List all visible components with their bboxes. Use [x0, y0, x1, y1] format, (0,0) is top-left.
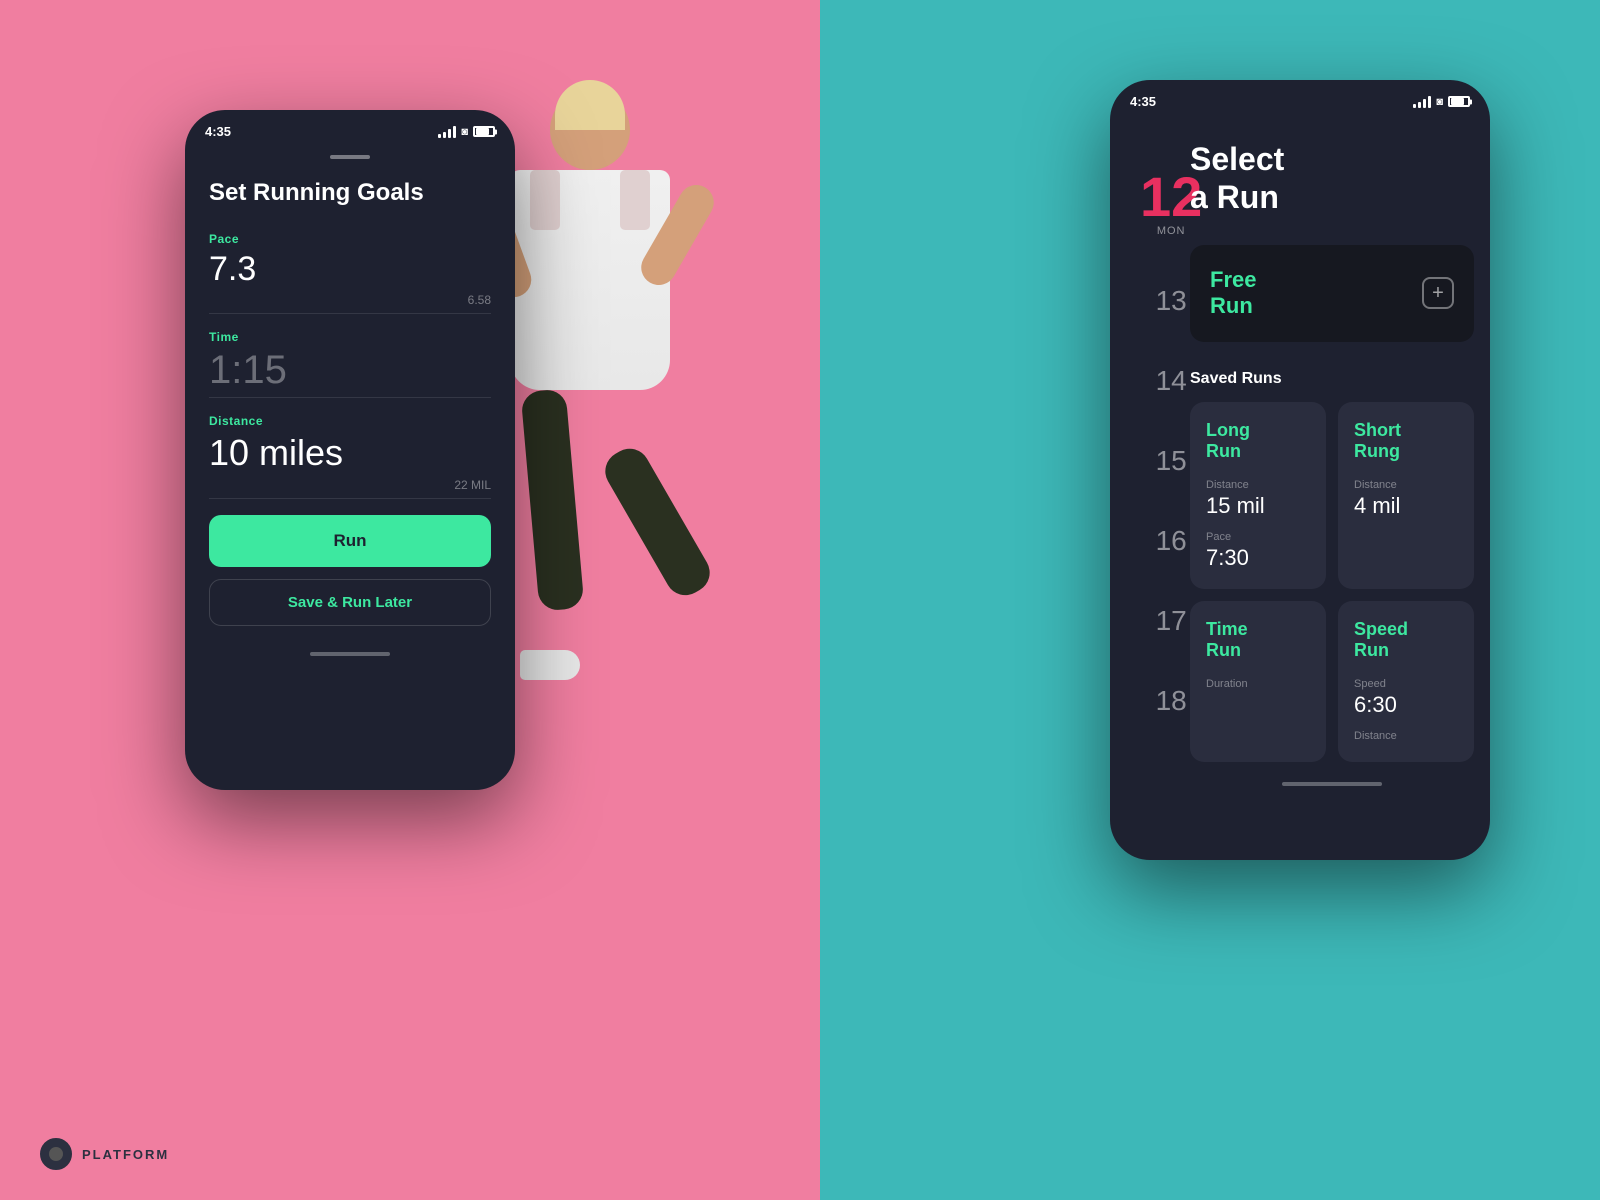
- date-day-12: MON: [1157, 225, 1186, 237]
- free-run-card[interactable]: Free Run +: [1190, 245, 1474, 342]
- plus-icon[interactable]: +: [1422, 277, 1454, 309]
- time-run-title: Time Run: [1206, 619, 1310, 662]
- short-rung-card[interactable]: Short Rung Distance 4 mil: [1338, 402, 1474, 589]
- speed-run-title: Speed Run: [1354, 619, 1458, 662]
- pace-secondary: 6.58: [209, 293, 491, 307]
- status-icons-right: ◙: [1413, 96, 1470, 108]
- speed-run-spd-label: Speed: [1354, 678, 1458, 690]
- wifi-icon: ◙: [461, 126, 468, 138]
- free-run-label: Free Run: [1210, 267, 1256, 320]
- time-value: 1:15: [209, 348, 491, 393]
- platform-icon: [40, 1138, 72, 1170]
- long-run-dist-label: Distance: [1206, 479, 1310, 491]
- status-icons-left: ◙: [438, 126, 495, 138]
- drag-handle[interactable]: [330, 155, 370, 159]
- signal-bar-4: [453, 126, 456, 138]
- platform-name: PLATFORM: [82, 1147, 169, 1162]
- time-right: 4:35: [1130, 94, 1156, 109]
- signal-icon: [438, 126, 456, 138]
- long-run-pace-label: Pace: [1206, 531, 1310, 543]
- status-bar-left: 4:35 ◙: [185, 110, 515, 145]
- time-run-card[interactable]: Time Run Duration: [1190, 601, 1326, 762]
- saved-runs-label: Saved Runs: [1190, 370, 1474, 388]
- save-run-later-button[interactable]: Save & Run Later: [209, 579, 491, 626]
- time-left: 4:35: [205, 124, 231, 139]
- scroll-indicator-right: [1282, 782, 1382, 786]
- battery-icon-right: [1448, 96, 1470, 107]
- distance-value: 10 miles: [209, 432, 491, 474]
- free-run-line1: Free: [1210, 267, 1256, 292]
- battery-fill: [476, 128, 489, 135]
- right-panel: Select a Run Free Run + Saved Runs Long: [1190, 140, 1474, 800]
- wifi-icon-right: ◙: [1436, 96, 1443, 108]
- long-run-pace-value: 7:30: [1206, 545, 1310, 571]
- divider-1: [209, 313, 491, 314]
- date-number-15: 15: [1156, 445, 1187, 477]
- platform-logo: PLATFORM: [40, 1138, 169, 1170]
- phone-left: 4:35 ◙ Set Running Goals Pace 7.3 6.58 T…: [185, 110, 515, 790]
- left-phone-title: Set Running Goals: [209, 179, 491, 208]
- scroll-indicator-left: [310, 652, 390, 656]
- date-number-17: 17: [1156, 605, 1187, 637]
- select-run-line2: a Run: [1190, 179, 1279, 215]
- divider-2: [209, 397, 491, 398]
- run-cards-grid: Long Run Distance 15 mil Pace 7:30 Short…: [1190, 402, 1474, 762]
- divider-3: [209, 498, 491, 499]
- short-rung-dist-label: Distance: [1354, 479, 1458, 491]
- signal-bar-1: [438, 134, 441, 138]
- date-number-14: 14: [1156, 365, 1187, 397]
- signal-bar-3: [448, 129, 451, 138]
- signal-bar-2: [443, 132, 446, 138]
- short-rung-dist-value: 4 mil: [1354, 493, 1458, 519]
- pace-label: Pace: [209, 232, 491, 246]
- date-number-18: 18: [1156, 685, 1187, 717]
- date-number-13: 13: [1156, 285, 1187, 317]
- speed-run-dist-label: Distance: [1354, 730, 1458, 742]
- speed-run-spd-value: 6:30: [1354, 692, 1458, 718]
- run-button[interactable]: Run: [209, 515, 491, 567]
- long-run-title: Long Run: [1206, 420, 1310, 463]
- distance-label: Distance: [209, 414, 491, 428]
- signal-icon-right: [1413, 96, 1431, 108]
- date-number-16: 16: [1156, 525, 1187, 557]
- left-phone-content: Set Running Goals Pace 7.3 6.58 Time 1:1…: [185, 145, 515, 636]
- status-bar-right: 4:35 ◙: [1110, 80, 1490, 115]
- time-run-dur-label: Duration: [1206, 678, 1310, 690]
- free-run-line2: Run: [1210, 293, 1253, 318]
- pace-value: 7.3: [209, 250, 491, 289]
- select-run-line1: Select: [1190, 141, 1284, 177]
- speed-run-card[interactable]: Speed Run Speed 6:30 Distance: [1338, 601, 1474, 762]
- short-rung-title: Short Rung: [1354, 420, 1458, 463]
- distance-secondary: 22 MIL: [209, 478, 491, 492]
- phone-right: 4:35 ◙ 12 MON 13 14 15: [1110, 80, 1490, 860]
- long-run-card[interactable]: Long Run Distance 15 mil Pace 7:30: [1190, 402, 1326, 589]
- select-run-title: Select a Run: [1190, 140, 1474, 217]
- long-run-dist-value: 15 mil: [1206, 493, 1310, 519]
- time-label: Time: [209, 330, 491, 344]
- battery-icon: [473, 126, 495, 137]
